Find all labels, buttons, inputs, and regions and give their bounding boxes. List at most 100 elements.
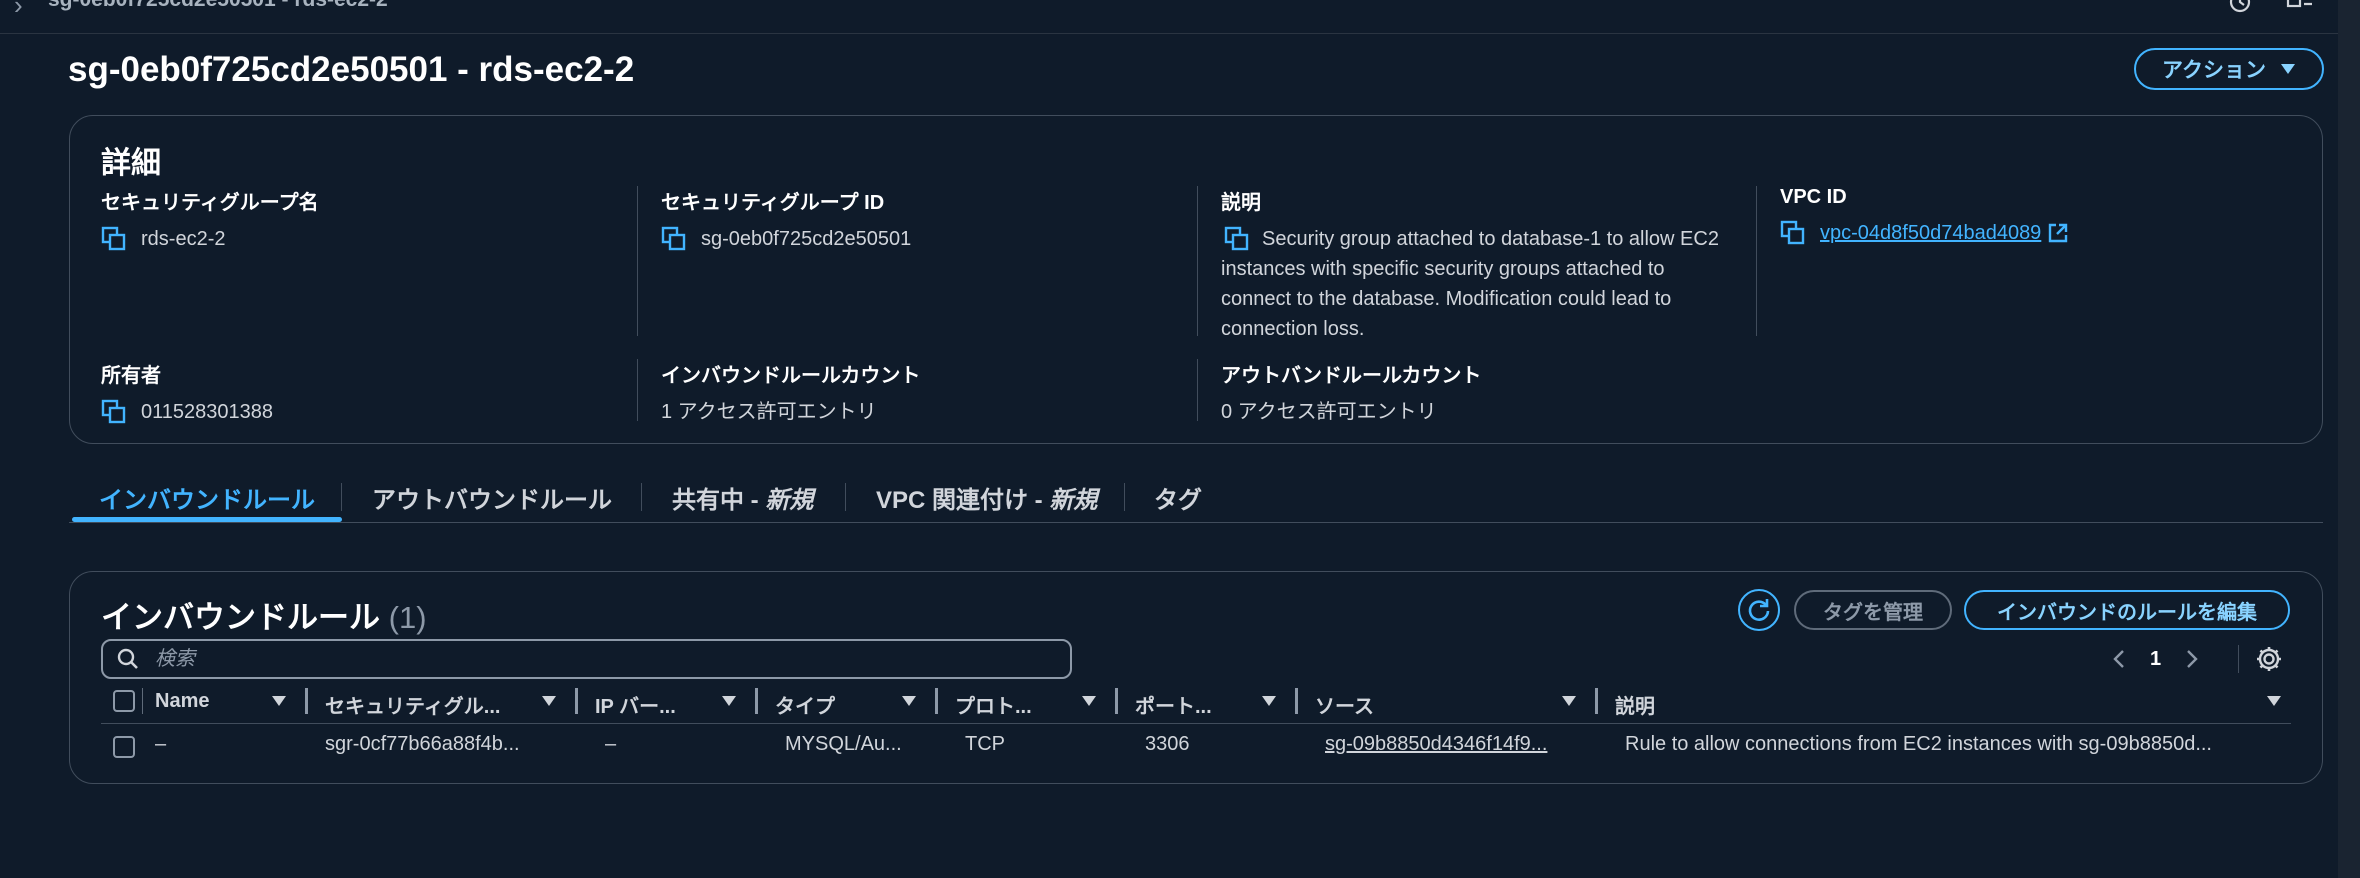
sort-caret-icon[interactable] xyxy=(1082,696,1096,706)
chevron-right-icon[interactable] xyxy=(2185,649,2199,669)
column-resizer[interactable] xyxy=(1295,688,1298,714)
tab-label: VPC 関連付け - xyxy=(876,487,1050,514)
sg-name-field: セキュリティグループ名 rds-ec2-2 xyxy=(101,186,621,254)
column-resizer[interactable] xyxy=(1595,688,1598,714)
table-header: Name セキュリティグル... IP バー... タイプ プロト... ポート… xyxy=(101,684,2291,724)
breadcrumb: › sg-0eb0f725cd2e50501 - rds-ec2-2 xyxy=(0,0,2360,34)
inbound-rules-title: インバウンドルール (1) xyxy=(101,592,427,637)
external-link-icon xyxy=(2049,223,2068,243)
divider xyxy=(637,359,638,421)
edit-inbound-rules-button[interactable]: インバウンドのルールを編集 xyxy=(1964,590,2290,630)
table-row[interactable]: – sgr-0cf77b66a88f4b... – MYSQL/Au... TC… xyxy=(101,725,2291,769)
search-icon xyxy=(117,648,138,669)
sort-caret-icon[interactable] xyxy=(722,696,736,706)
details-heading: 詳細 xyxy=(101,147,161,180)
owner-field: 所有者 011528301388 xyxy=(101,359,621,427)
search-box xyxy=(101,639,1072,679)
column-header-port[interactable]: ポート... xyxy=(1135,690,1212,719)
divider xyxy=(1197,186,1198,336)
column-header-name[interactable]: Name xyxy=(155,690,209,713)
inbound-rules-count: (1) xyxy=(388,600,427,635)
row-checkbox[interactable] xyxy=(113,736,135,758)
tab-new-badge: 新規 xyxy=(1049,487,1098,514)
inbound-count-label: インバウンドルールカウント xyxy=(661,365,921,387)
actions-button[interactable]: アクション xyxy=(2134,48,2324,90)
column-header-ip-version[interactable]: IP バー... xyxy=(595,690,676,719)
column-resizer[interactable] xyxy=(935,688,938,714)
caret-down-icon xyxy=(2280,64,2295,74)
refresh-icon xyxy=(1748,599,1770,621)
details-panel: 詳細 セキュリティグループ名 rds-ec2-2 セキュリティグループ ID s… xyxy=(69,115,2323,444)
cell-type: MYSQL/Au... xyxy=(785,733,902,755)
cell-port: 3306 xyxy=(1145,733,1190,755)
column-header-type[interactable]: タイプ xyxy=(775,690,835,719)
description-label: 説明 xyxy=(1221,192,1261,214)
sg-id-value: sg-0eb0f725cd2e50501 xyxy=(701,228,912,250)
sort-caret-icon[interactable] xyxy=(902,696,916,706)
tab-sharing[interactable]: 共有中 - 新規 xyxy=(672,480,813,515)
column-header-protocol[interactable]: プロト... xyxy=(955,690,1032,719)
copy-icon[interactable] xyxy=(101,399,127,425)
tab-divider xyxy=(845,483,846,511)
panel-toggle-icon[interactable] xyxy=(2286,0,2314,16)
sg-name-value: rds-ec2-2 xyxy=(141,228,226,250)
manage-tags-label: タグを管理 xyxy=(1823,601,1923,624)
copy-icon[interactable] xyxy=(1224,226,1250,252)
sort-caret-icon[interactable] xyxy=(1262,696,1276,706)
column-header-description[interactable]: 説明 xyxy=(1615,690,1655,719)
inbound-count-value: 1 アクセス許可エントリ xyxy=(661,401,877,423)
copy-icon[interactable] xyxy=(101,226,127,252)
column-header-rule-id[interactable]: セキュリティグル... xyxy=(325,690,500,719)
column-divider xyxy=(142,688,143,714)
inbound-rules-panel: インバウンドルール (1) タグを管理 インバウンドのルールを編集 1 xyxy=(69,571,2323,784)
column-resizer[interactable] xyxy=(755,688,758,714)
sort-caret-icon[interactable] xyxy=(542,696,556,706)
gear-icon[interactable] xyxy=(2255,645,2283,673)
select-all-checkbox[interactable] xyxy=(113,690,135,712)
tab-label: 共有中 - xyxy=(672,487,766,514)
manage-tags-button[interactable]: タグを管理 xyxy=(1794,590,1952,630)
tab-label: インバウンドルール xyxy=(99,487,315,514)
copy-icon[interactable] xyxy=(661,226,687,252)
tab-inbound-rules[interactable]: インバウンドルール xyxy=(99,480,315,515)
right-edge-panel xyxy=(2338,0,2360,878)
vpc-id-field: VPC ID vpc-04d8f50d74bad4089 xyxy=(1780,186,2300,248)
column-resizer[interactable] xyxy=(305,688,308,714)
tab-label: アウトバウンドルール xyxy=(372,487,612,514)
edit-inbound-rules-label: インバウンドのルールを編集 xyxy=(1997,601,2257,624)
pagination: 1 xyxy=(2112,642,2272,676)
cell-source-link[interactable]: sg-09b8850d4346f14f9... xyxy=(1325,733,1547,756)
description-value: Security group attached to database-1 to… xyxy=(1221,228,1719,340)
divider xyxy=(1197,359,1198,421)
sort-caret-icon[interactable] xyxy=(272,696,286,706)
column-header-source[interactable]: ソース xyxy=(1315,690,1374,719)
divider xyxy=(637,186,638,336)
search-input[interactable] xyxy=(153,646,1033,672)
page-number[interactable]: 1 xyxy=(2150,648,2161,671)
owner-label: 所有者 xyxy=(101,365,161,387)
tab-divider xyxy=(1124,483,1125,511)
divider xyxy=(2238,645,2239,673)
vpc-id-link[interactable]: vpc-04d8f50d74bad4089 xyxy=(1820,218,2041,248)
tab-tags[interactable]: タグ xyxy=(1154,480,1202,515)
page-title: sg-0eb0f725cd2e50501 - rds-ec2-2 xyxy=(68,50,635,89)
chevron-left-icon[interactable] xyxy=(2112,649,2126,669)
tab-vpc-associations[interactable]: VPC 関連付け - 新規 xyxy=(876,480,1097,515)
cell-description: Rule to allow connections from EC2 insta… xyxy=(1625,733,2212,755)
inbound-rules-title-text: インバウンドルール xyxy=(101,600,380,635)
notification-icon[interactable] xyxy=(2226,0,2254,16)
copy-icon[interactable] xyxy=(1780,220,1806,246)
refresh-button[interactable] xyxy=(1738,589,1780,631)
sort-caret-icon[interactable] xyxy=(2267,696,2281,706)
sort-caret-icon[interactable] xyxy=(1562,696,1576,706)
outbound-count-value: 0 アクセス許可エントリ xyxy=(1221,401,1437,423)
cell-rule-id: sgr-0cf77b66a88f4b... xyxy=(325,733,520,755)
outbound-count-label: アウトバンドルールカウント xyxy=(1221,365,1482,387)
column-resizer[interactable] xyxy=(1115,688,1118,714)
tab-outbound-rules[interactable]: アウトバウンドルール xyxy=(372,480,612,515)
sg-name-label: セキュリティグループ名 xyxy=(101,192,319,214)
inbound-count-field: インバウンドルールカウント 1 アクセス許可エントリ xyxy=(661,359,1181,427)
tab-divider xyxy=(641,483,642,511)
tab-label: タグ xyxy=(1154,487,1202,514)
column-resizer[interactable] xyxy=(575,688,578,714)
